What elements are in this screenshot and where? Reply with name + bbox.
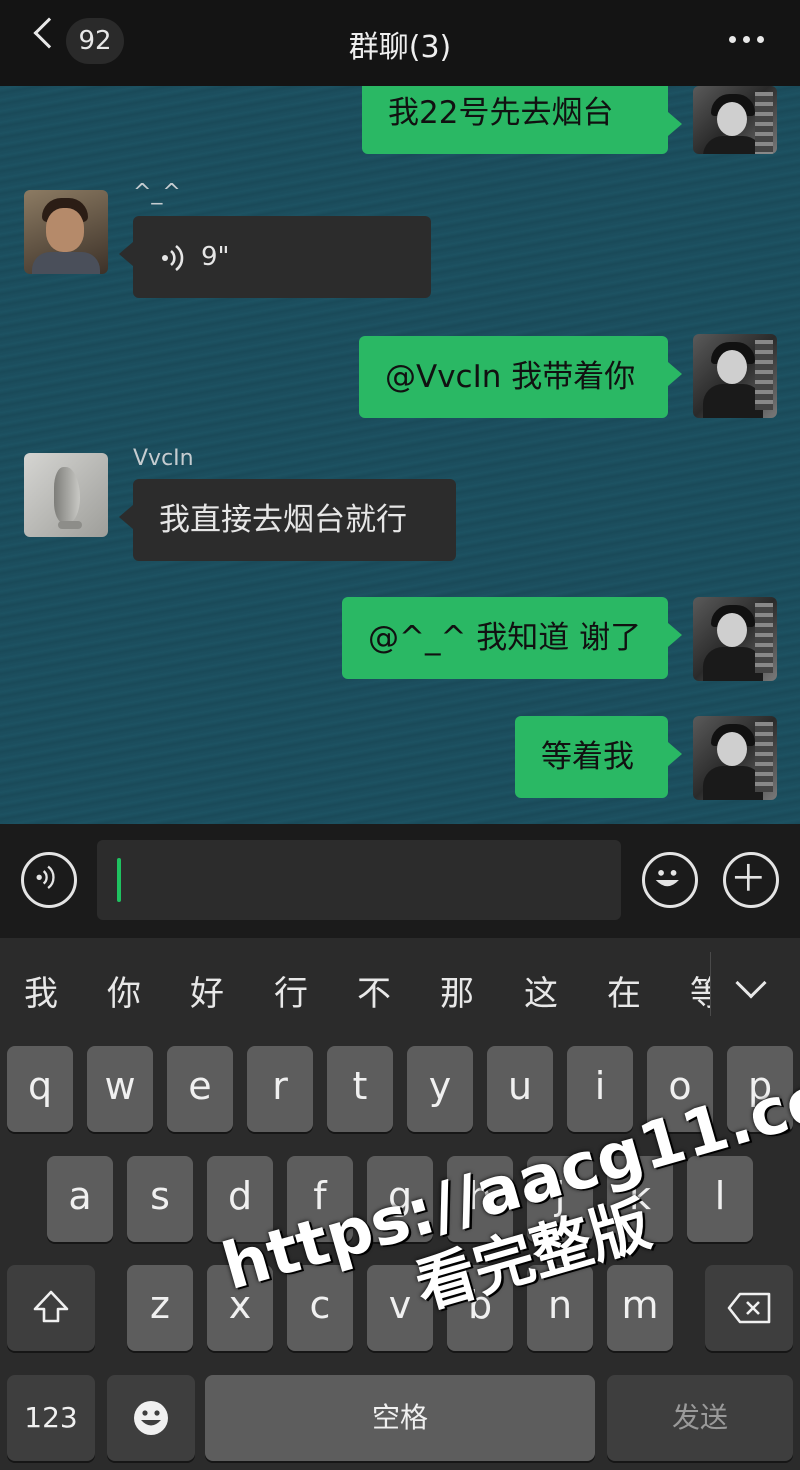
sender-avatar[interactable]	[24, 190, 108, 274]
candidate-word[interactable]: 在	[607, 966, 641, 1015]
key-u[interactable]: u	[487, 1046, 553, 1132]
more-dot-icon	[743, 36, 750, 43]
candidate-word[interactable]: 好	[190, 966, 224, 1015]
outgoing-message-bubble[interactable]: 等着我	[515, 716, 682, 798]
sender-name: ^_^	[133, 180, 181, 205]
message-text: @VvcIn 我带着你	[385, 359, 636, 395]
sender-avatar[interactable]	[24, 453, 108, 537]
key-y[interactable]: y	[407, 1046, 473, 1132]
shift-arrow-icon	[33, 1290, 69, 1323]
incoming-message-bubble[interactable]: 我直接去烟台就行	[119, 479, 456, 561]
numbers-key[interactable]: 123	[7, 1375, 95, 1461]
more-options-button[interactable]	[729, 36, 764, 43]
voice-icon	[36, 865, 55, 889]
emoji-key[interactable]	[107, 1375, 195, 1461]
outgoing-message-bubble[interactable]: @^_^ 我知道 谢了	[342, 597, 682, 679]
chat-header: 92 群聊(3)	[0, 0, 800, 86]
voice-input-button[interactable]	[21, 852, 77, 908]
chat-title: 群聊(3)	[348, 30, 452, 65]
space-key[interactable]: 空格	[205, 1375, 595, 1461]
candidate-word[interactable]: 行	[274, 966, 308, 1015]
send-key[interactable]: 发送	[607, 1375, 793, 1461]
my-avatar[interactable]	[693, 86, 777, 154]
message-input[interactable]	[97, 840, 621, 920]
emoji-button[interactable]	[642, 852, 698, 908]
voice-wave-icon	[162, 244, 184, 272]
my-avatar[interactable]	[693, 334, 777, 418]
candidate-word[interactable]: 等	[690, 966, 710, 1015]
outgoing-message-bubble[interactable]: 我22号先去烟台	[362, 86, 682, 154]
message-list[interactable]: 我22号先去烟台 ^_^ 9" @VvcIn 我带着你 VvcIn 我直接去烟台…	[0, 86, 800, 824]
key-e[interactable]: e	[167, 1046, 233, 1132]
key-t[interactable]: t	[327, 1046, 393, 1132]
candidate-bar: 我 你 好 行 不 那 这 在 等	[0, 938, 800, 1038]
key-a[interactable]: a	[47, 1156, 113, 1242]
my-avatar[interactable]	[693, 597, 777, 681]
emoji-icon	[655, 870, 679, 887]
message-text: 等着我	[541, 739, 634, 775]
more-dot-icon	[757, 36, 764, 43]
candidate-word[interactable]: 我	[24, 966, 58, 1015]
message-text: 我直接去烟台就行	[159, 502, 407, 538]
outgoing-message-bubble[interactable]: @VvcIn 我带着你	[359, 336, 682, 418]
candidate-word[interactable]: 这	[524, 966, 558, 1015]
key-s[interactable]: s	[127, 1156, 193, 1242]
key-m[interactable]: m	[607, 1265, 673, 1351]
key-w[interactable]: w	[87, 1046, 153, 1132]
key-r[interactable]: r	[247, 1046, 313, 1132]
voice-message-bubble[interactable]: 9"	[119, 216, 431, 298]
chevron-down-icon[interactable]	[735, 967, 767, 999]
input-bar	[0, 824, 800, 938]
candidate-word[interactable]: 不	[357, 966, 391, 1015]
candidate-word[interactable]: 那	[440, 966, 474, 1015]
backspace-key[interactable]	[705, 1265, 793, 1351]
voice-duration: 9"	[201, 242, 230, 272]
backspace-icon	[727, 1292, 771, 1324]
sender-name: VvcIn	[133, 446, 194, 471]
text-caret	[117, 858, 121, 902]
plus-icon	[734, 863, 762, 891]
my-avatar[interactable]	[693, 716, 777, 800]
candidate-divider	[710, 952, 711, 1016]
more-dot-icon	[729, 36, 736, 43]
message-text: 我22号先去烟台	[388, 95, 614, 131]
shift-key[interactable]	[7, 1265, 95, 1351]
candidate-word[interactable]: 你	[107, 966, 141, 1015]
key-q[interactable]: q	[7, 1046, 73, 1132]
emoji-icon	[134, 1401, 168, 1435]
more-functions-button[interactable]	[723, 852, 779, 908]
key-z[interactable]: z	[127, 1265, 193, 1351]
message-text: @^_^ 我知道 谢了	[368, 620, 642, 656]
